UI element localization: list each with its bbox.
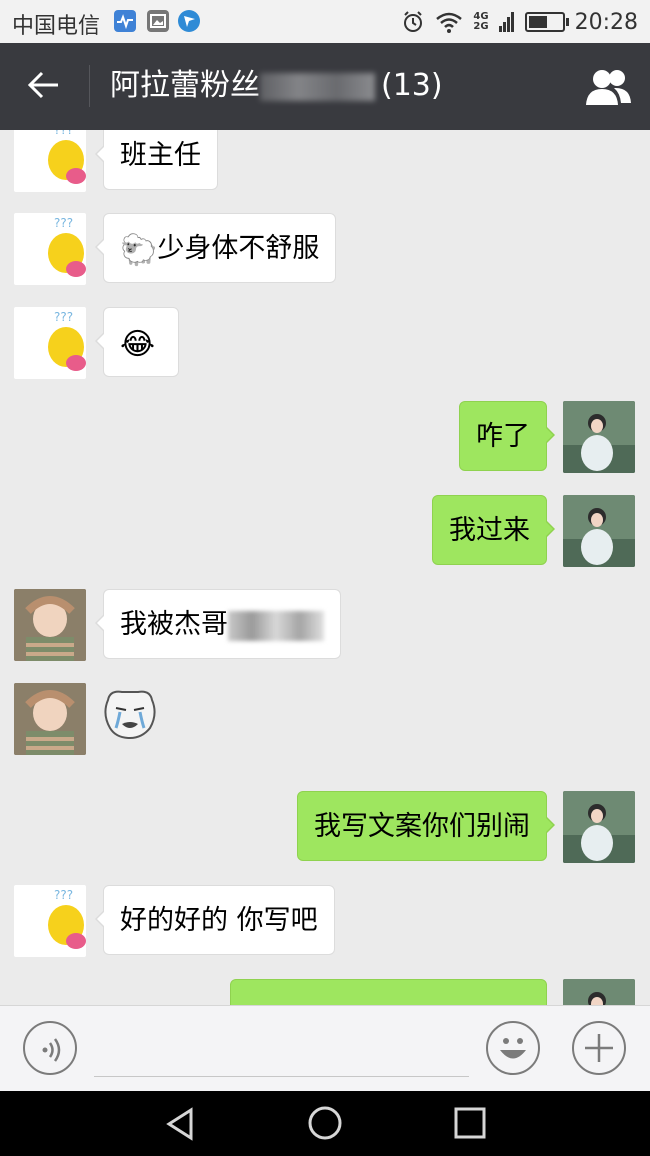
message-bubble[interactable] (230, 979, 555, 1005)
girl-avatar[interactable] (563, 495, 635, 567)
battery-icon (524, 12, 569, 32)
message-bubble[interactable]: 我过来 (432, 495, 555, 565)
chat-header: 阿拉蕾粉丝 (13) (0, 43, 650, 130)
carrier-name: 中国电信 (12, 14, 101, 39)
kid-avatar[interactable] (14, 683, 86, 755)
sheep-emoji: 🐑 (120, 233, 158, 268)
message-text: 咋了 (476, 421, 530, 452)
message-text: 好的好的 你写吧 (120, 905, 318, 936)
message-text: 我过来 (449, 515, 530, 546)
voice-icon[interactable] (23, 1021, 77, 1075)
signal-icon (498, 12, 514, 32)
crying-meme-face-sticker[interactable] (102, 686, 158, 740)
message-text: 少身体不舒服 (157, 233, 320, 264)
svg-text:???: ??? (54, 216, 73, 230)
input-bar (0, 1005, 650, 1092)
wifi-icon (436, 12, 463, 33)
status-icons: 4G 2G 20:28 (401, 7, 638, 37)
group-name: 阿拉蕾粉丝 (110, 68, 260, 103)
chat-title: 阿拉蕾粉丝 (13) (110, 65, 443, 107)
message-bubble[interactable]: 😂 (95, 307, 179, 377)
network-type: 4G 2G (473, 12, 488, 32)
browser-app-icon (178, 10, 200, 32)
group-members-icon[interactable] (584, 67, 632, 107)
clock: 20:28 (574, 9, 638, 35)
svg-text:???: ??? (54, 310, 73, 324)
duck-avatar[interactable]: ??? (14, 213, 86, 285)
message-input[interactable] (94, 1076, 469, 1077)
status-bar: 中国电信 4G 2G 20:28 (0, 0, 650, 43)
message-bubble[interactable]: 🐑少身体不舒服 (94, 213, 337, 283)
girl-avatar[interactable] (563, 791, 635, 863)
android-nav-bar (0, 1091, 650, 1156)
emoji-icon[interactable] (486, 1021, 540, 1075)
duck-avatar[interactable]: ??? (14, 885, 86, 957)
back-arrow-icon[interactable] (26, 65, 60, 114)
circle-home-icon[interactable] (307, 1105, 343, 1141)
gallery-app-icon (147, 10, 169, 32)
kid-avatar[interactable] (14, 589, 86, 661)
triangle-back-icon[interactable] (163, 1106, 199, 1142)
message-bubble[interactable]: 班主任 (95, 130, 218, 190)
girl-avatar[interactable] (563, 979, 635, 1005)
pulse-app-icon (114, 10, 136, 32)
message-bubble[interactable]: 咋了 (459, 401, 555, 471)
header-divider (89, 65, 90, 107)
message-text: 班主任 (120, 140, 201, 171)
network-bottom: 2G (473, 21, 489, 32)
plus-icon[interactable] (572, 1021, 626, 1075)
message-bubble[interactable]: 我写文案你们别闹 (297, 791, 555, 861)
duck-avatar[interactable]: ??? (14, 130, 86, 192)
alarm-icon (404, 11, 423, 32)
redacted-text (228, 610, 324, 641)
girl-avatar[interactable] (563, 401, 635, 473)
member-count: (13) (381, 68, 443, 103)
message-text: 我写文案你们别闹 (314, 811, 530, 842)
message-bubble[interactable]: 好的好的 你写吧 (95, 885, 335, 955)
redacted-name-part (260, 72, 375, 101)
square-recent-icon[interactable] (453, 1106, 487, 1140)
svg-text:???: ??? (54, 888, 73, 902)
message-list[interactable]: ??? 班主任 ??? 🐑少身体不舒服 ??? 😂 咋了 我过来 我被杰哥 我写… (0, 130, 650, 1005)
duck-avatar[interactable]: ??? (14, 307, 86, 379)
message-bubble[interactable]: 我被杰哥 (95, 589, 341, 659)
svg-text:???: ??? (54, 130, 73, 137)
laughing-tears-emoji: 😂 (120, 327, 156, 362)
message-text: 我被杰哥 (120, 609, 228, 640)
